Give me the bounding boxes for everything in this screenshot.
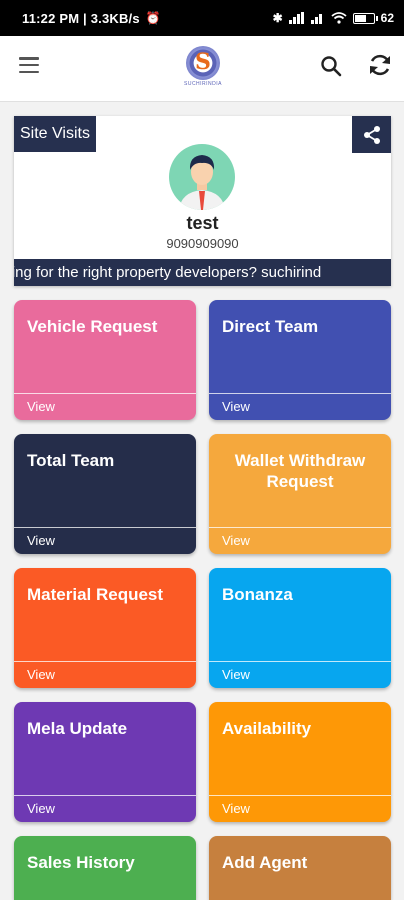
logo-letter: S: [195, 49, 211, 75]
tile-view-link[interactable]: View: [222, 533, 250, 548]
tile-total-team[interactable]: Total Team View: [14, 434, 196, 554]
logo-text: SUCHIRINDIA: [184, 81, 223, 87]
tile-divider: [209, 661, 391, 662]
tile-view-link[interactable]: View: [27, 801, 55, 816]
tile-direct-team[interactable]: Direct Team View: [209, 300, 391, 420]
status-icons: ✱ 62: [273, 11, 394, 25]
search-icon[interactable]: [320, 55, 342, 77]
avatar: [169, 144, 235, 210]
tile-view-link[interactable]: View: [222, 399, 250, 414]
tile-view-link[interactable]: View: [27, 399, 55, 414]
tile-availability[interactable]: Availability View: [209, 702, 391, 822]
announcement-ticker: oking for the right property developers?…: [14, 259, 391, 286]
battery-percent: 62: [380, 11, 394, 25]
tile-divider: [209, 393, 391, 394]
bluetooth-icon: ✱: [272, 11, 283, 25]
tile-wallet-withdraw-request[interactable]: Wallet Withdraw Request View: [209, 434, 391, 554]
refresh-icon[interactable]: [367, 52, 393, 78]
app-bar: S SUCHIRINDIA: [0, 36, 404, 102]
tile-view-link[interactable]: View: [222, 667, 250, 682]
tile-add-agent[interactable]: Add Agent: [209, 836, 391, 900]
tile-title: Vehicle Request: [27, 317, 158, 336]
tile-divider: [14, 527, 196, 528]
wifi-icon: [331, 12, 347, 24]
tile-title: Wallet Withdraw Request: [234, 451, 366, 491]
tile-divider: [209, 795, 391, 796]
share-button[interactable]: [352, 116, 391, 153]
tile-title: Mela Update: [27, 719, 128, 738]
battery-icon: [352, 12, 378, 24]
tile-bonanza[interactable]: Bonanza View: [209, 568, 391, 688]
tile-vehicle-request[interactable]: Vehicle Request View: [14, 300, 196, 420]
tile-sales-history[interactable]: Sales History: [14, 836, 196, 900]
tile-title: Bonanza: [222, 585, 293, 604]
profile-card: Site Visits test 9090909090 oking for th…: [14, 116, 391, 286]
user-phone: 9090909090: [166, 236, 239, 251]
tile-divider: [209, 527, 391, 528]
tile-view-link[interactable]: View: [27, 533, 55, 548]
share-icon: [363, 125, 380, 144]
alarm-icon: ⏰: [145, 11, 161, 25]
ticker-text: oking for the right property developers?…: [14, 264, 322, 281]
tile-title: Total Team: [27, 451, 115, 470]
signal-icon-2: [310, 14, 322, 24]
user-name: test: [186, 213, 219, 233]
tile-divider: [14, 795, 196, 796]
tile-title: Availability: [222, 719, 312, 738]
site-visits-tag[interactable]: Site Visits: [14, 116, 96, 152]
tile-divider: [14, 661, 196, 662]
tile-title: Add Agent: [222, 853, 308, 872]
app-logo: S SUCHIRINDIA: [184, 46, 222, 90]
tile-title: Direct Team: [222, 317, 319, 336]
status-bar: 11:22 PM | 3.3KB/s ⏰ ✱ 62: [0, 0, 404, 36]
tile-material-request[interactable]: Material Request View: [14, 568, 196, 688]
tile-mela-update[interactable]: Mela Update View: [14, 702, 196, 822]
tile-divider: [14, 393, 196, 394]
tile-view-link[interactable]: View: [27, 667, 55, 682]
tile-view-link[interactable]: View: [222, 801, 250, 816]
user-avatar-icon: [179, 155, 225, 210]
status-time: 11:22 PM | 3.3KB/s: [22, 10, 140, 26]
tile-title: Sales History: [27, 853, 135, 872]
menu-icon[interactable]: [19, 57, 39, 73]
signal-icon: [288, 12, 304, 24]
tile-title: Material Request: [27, 585, 164, 604]
